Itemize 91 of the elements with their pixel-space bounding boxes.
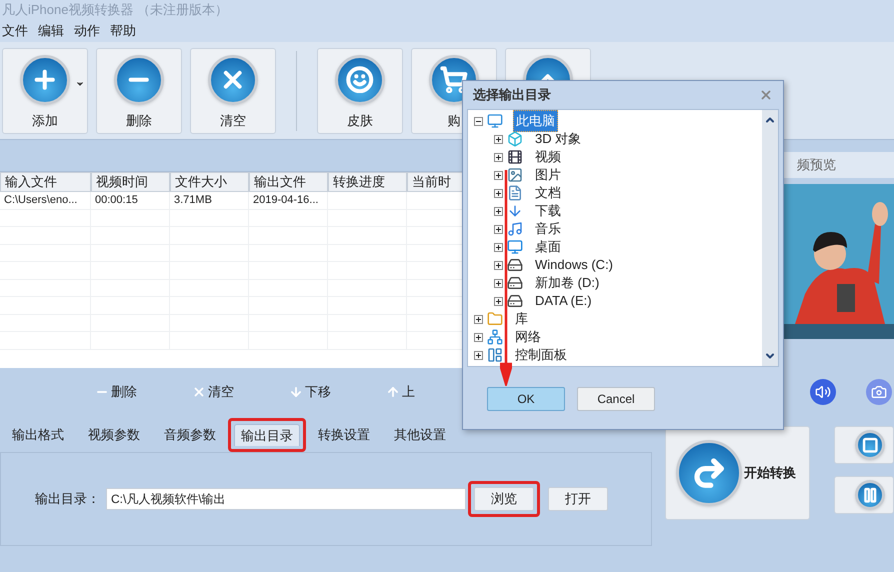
network-icon bbox=[487, 329, 503, 345]
toolbar-button[interactable]: 添加 bbox=[2, 48, 88, 134]
tab[interactable]: 其他设置 bbox=[388, 424, 452, 446]
expand-toggle[interactable] bbox=[494, 170, 503, 180]
dialog-trigger-button[interactable]: 打开 bbox=[548, 487, 608, 511]
down-arrow-icon bbox=[507, 203, 523, 219]
drive-icon bbox=[507, 275, 523, 291]
menu-item[interactable]: 文件 bbox=[2, 21, 28, 41]
tree-item[interactable]: 桌面 bbox=[533, 237, 563, 257]
expand-toggle[interactable] bbox=[494, 188, 503, 198]
expand-toggle[interactable] bbox=[494, 206, 503, 216]
down-arrow-icon bbox=[289, 385, 303, 399]
expand-toggle[interactable] bbox=[474, 314, 483, 324]
menu-item[interactable]: 动作 bbox=[74, 21, 100, 41]
expand-toggle[interactable] bbox=[494, 224, 503, 234]
column-header[interactable]: 文件大小 bbox=[170, 172, 249, 192]
list-action-button[interactable]: 清空 bbox=[192, 382, 234, 402]
list-action-button[interactable]: 上 bbox=[386, 382, 415, 402]
start-convert-button[interactable]: 开始转换 bbox=[665, 426, 810, 520]
monitor-icon bbox=[507, 239, 523, 255]
document-icon bbox=[507, 185, 523, 201]
menu-item[interactable]: 编辑 bbox=[38, 21, 64, 41]
film-icon bbox=[507, 149, 523, 165]
tree-item[interactable]: 网络 bbox=[513, 327, 543, 347]
stop-icon bbox=[855, 430, 885, 460]
scrollbar[interactable] bbox=[762, 110, 778, 366]
expand-toggle[interactable] bbox=[494, 134, 503, 144]
column-header[interactable]: 输出文件 bbox=[249, 172, 328, 192]
tree-item[interactable]: 新加卷 (D:) bbox=[533, 273, 602, 293]
stop-button[interactable] bbox=[834, 426, 894, 464]
output-directory-field[interactable]: C:\凡人视频软件\输出 bbox=[106, 488, 466, 510]
window-title: 凡人iPhone视频转换器 （未注册版本） bbox=[2, 1, 228, 20]
close-icon bbox=[208, 54, 258, 104]
drive-icon bbox=[507, 293, 523, 309]
expand-toggle[interactable] bbox=[494, 152, 503, 162]
control-panel-icon bbox=[487, 347, 503, 363]
folder-icon bbox=[487, 311, 503, 327]
expand-toggle[interactable] bbox=[474, 350, 483, 360]
dialog-button[interactable]: OK bbox=[487, 387, 565, 411]
menu-item[interactable]: 帮助 bbox=[110, 21, 136, 41]
tree-item[interactable]: 音乐 bbox=[533, 219, 563, 239]
table-cell-text: 3.71MB bbox=[174, 193, 212, 208]
pause-icon bbox=[855, 480, 885, 510]
tree-item[interactable]: 文档 bbox=[533, 183, 563, 203]
plus-icon bbox=[20, 54, 70, 104]
speaker-icon[interactable] bbox=[810, 379, 836, 405]
preview-title: 频预览 bbox=[797, 156, 836, 174]
expand-toggle[interactable] bbox=[494, 278, 503, 288]
list-action-button[interactable]: 删除 bbox=[95, 382, 137, 402]
image-icon bbox=[507, 167, 523, 183]
drive-icon bbox=[507, 257, 523, 273]
expand-toggle[interactable] bbox=[474, 332, 483, 342]
toolbar-button[interactable]: 清空 bbox=[190, 48, 276, 134]
tab[interactable]: 输出目录 bbox=[234, 424, 300, 446]
column-header[interactable]: 输入文件 bbox=[0, 172, 91, 192]
tree-item[interactable]: 视频 bbox=[533, 147, 563, 167]
table-cell-text: 2019-04-16... bbox=[253, 193, 318, 208]
tree-item[interactable]: Windows (C:) bbox=[533, 255, 616, 275]
column-header[interactable]: 转换进度 bbox=[328, 172, 407, 192]
tree-item[interactable]: DATA (E:) bbox=[533, 291, 594, 311]
toolbar-button[interactable]: 删除 bbox=[96, 48, 182, 134]
dialog-button[interactable]: Cancel bbox=[577, 387, 655, 411]
tree-item[interactable]: 库 bbox=[513, 309, 530, 329]
tab[interactable]: 输出格式 bbox=[6, 424, 70, 446]
smiley-icon bbox=[335, 54, 385, 104]
close-icon bbox=[192, 385, 206, 399]
expand-toggle[interactable] bbox=[494, 260, 503, 270]
tree-item[interactable]: 图片 bbox=[533, 165, 563, 185]
minus-icon bbox=[114, 54, 164, 104]
tab[interactable]: 视频参数 bbox=[82, 424, 146, 446]
dialog-trigger-button[interactable]: 浏览 bbox=[474, 487, 534, 511]
music-note-icon bbox=[507, 221, 523, 237]
pause-button[interactable] bbox=[834, 476, 894, 514]
cube-icon bbox=[507, 131, 523, 147]
tree-item[interactable]: 3D 对象 bbox=[533, 129, 584, 149]
expand-toggle[interactable] bbox=[494, 296, 503, 306]
tree-item[interactable]: 控制面板 bbox=[513, 345, 569, 365]
monitor-icon bbox=[487, 113, 503, 129]
toolbar-button[interactable]: 皮肤 bbox=[317, 48, 403, 134]
list-action-button[interactable]: 下移 bbox=[289, 382, 331, 402]
column-header[interactable]: 视频时间 bbox=[91, 172, 170, 192]
table-cell-text: C:\Users\eno... bbox=[4, 193, 78, 208]
expand-toggle[interactable] bbox=[474, 116, 483, 126]
tree-item[interactable]: 下载 bbox=[533, 201, 563, 221]
output-directory-label: 输出目录： bbox=[35, 490, 100, 508]
expand-toggle[interactable] bbox=[494, 242, 503, 252]
tree-item[interactable]: 此电脑 bbox=[513, 110, 558, 132]
table-cell-text: 00:00:15 bbox=[95, 193, 138, 208]
camera-icon[interactable] bbox=[866, 379, 892, 405]
tab[interactable]: 转换设置 bbox=[312, 424, 376, 446]
tab[interactable]: 音频参数 bbox=[158, 424, 222, 446]
